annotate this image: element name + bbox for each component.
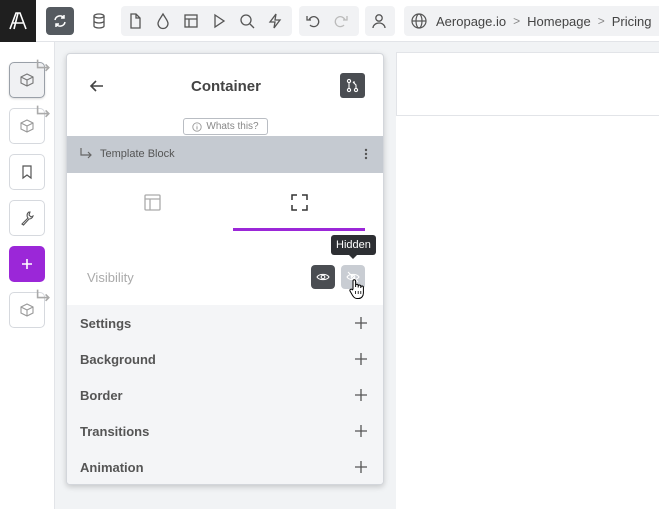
aeropage-logo-icon[interactable] [0, 0, 36, 42]
panel-title: Container [190, 78, 261, 95]
corner-arrow-icon [36, 105, 50, 118]
section-label: Settings [80, 316, 132, 331]
sync-button[interactable] [46, 7, 74, 35]
section-animation[interactable]: Animation [67, 449, 383, 484]
branch-button[interactable] [340, 73, 365, 98]
breadcrumb: Aeropage.io > Homepage > Pricing [404, 6, 659, 36]
hidden-tooltip: Hidden [331, 235, 376, 255]
layout-icon [143, 193, 161, 211]
redo-icon [334, 16, 348, 28]
preview-button[interactable] [205, 7, 233, 35]
page-canvas[interactable] [396, 52, 659, 509]
undo-icon [306, 16, 320, 28]
visibility-label: Visibility [87, 270, 134, 285]
whats-this-link[interactable]: Whats this? [183, 118, 268, 135]
hand-pointer-icon [349, 279, 364, 299]
expand-icon [290, 193, 308, 211]
file-button[interactable] [121, 7, 149, 35]
more-vertical-icon[interactable] [359, 146, 373, 162]
file-icon [130, 13, 141, 29]
rail-tools-button[interactable] [9, 200, 45, 236]
layout-button[interactable] [177, 7, 205, 35]
breadcrumb-section[interactable]: Pricing [612, 14, 652, 29]
cube-icon [20, 73, 34, 87]
tab-layout[interactable] [87, 173, 217, 231]
plus-icon [22, 259, 32, 269]
account-button[interactable] [365, 7, 393, 35]
template-block-bar[interactable]: Template Block [67, 136, 383, 173]
left-rail [0, 42, 55, 509]
git-branch-icon [346, 78, 359, 93]
canvas-container-outline[interactable] [396, 52, 659, 116]
breadcrumb-separator: > [597, 14, 605, 28]
whats-this-label: Whats this? [206, 121, 259, 132]
bookmark-icon [22, 165, 32, 180]
rail-block-button[interactable] [9, 105, 50, 144]
visible-toggle-button[interactable] [311, 265, 335, 289]
info-icon [192, 121, 203, 132]
redo-button[interactable] [327, 7, 355, 35]
cube-icon [20, 119, 34, 133]
corner-arrow-icon [36, 59, 50, 72]
top-toolbar: Aeropage.io > Homepage > Pricing [0, 0, 659, 42]
rail-block-button[interactable] [9, 289, 50, 328]
property-sections: Settings Background Border Transitions A… [67, 305, 383, 484]
rail-add-button[interactable] [9, 246, 45, 282]
tab-visibility[interactable] [234, 173, 364, 231]
plus-icon [355, 389, 367, 401]
active-tab-indicator [233, 228, 365, 231]
section-transitions[interactable]: Transitions [67, 413, 383, 449]
corner-down-right-icon [80, 148, 92, 159]
cube-icon [20, 303, 34, 317]
section-label: Animation [80, 460, 144, 475]
undo-button[interactable] [299, 7, 327, 35]
play-icon [214, 13, 226, 29]
layout-icon [184, 14, 198, 28]
section-border[interactable]: Border [67, 377, 383, 413]
section-settings[interactable]: Settings [67, 305, 383, 341]
plus-icon [355, 461, 367, 473]
plus-icon [355, 353, 367, 365]
breadcrumb-site[interactable]: Aeropage.io [436, 14, 506, 29]
container-settings-panel: Container Whats this? Template Block Vis… [66, 53, 384, 485]
rail-bookmark-button[interactable] [9, 154, 45, 190]
sync-icon [54, 15, 66, 27]
rail-block-button[interactable] [9, 59, 50, 98]
section-background[interactable]: Background [67, 341, 383, 377]
breadcrumb-page[interactable]: Homepage [527, 14, 591, 29]
tooltip-arrow [349, 255, 357, 259]
section-label: Border [80, 388, 123, 403]
wrench-icon [21, 211, 34, 226]
database-icon [93, 13, 105, 29]
panel-header: Container [67, 54, 383, 118]
style-button[interactable] [149, 7, 177, 35]
section-label: Background [80, 352, 156, 367]
corner-arrow-icon [36, 289, 50, 302]
panel-tabs [67, 173, 383, 235]
plus-icon [355, 425, 367, 437]
plus-icon [355, 317, 367, 329]
search-icon [240, 14, 255, 29]
breadcrumb-separator: > [513, 14, 521, 28]
visibility-row: Visibility Hidden [67, 235, 383, 305]
section-label: Transitions [80, 424, 150, 439]
database-button[interactable] [85, 7, 113, 35]
actions-button[interactable] [261, 7, 289, 35]
globe-icon [411, 13, 427, 29]
user-icon [372, 14, 386, 29]
drop-icon [157, 12, 169, 30]
template-block-label: Template Block [100, 148, 175, 160]
eye-icon [316, 273, 330, 281]
bolt-icon [268, 13, 282, 29]
search-button[interactable] [233, 7, 261, 35]
